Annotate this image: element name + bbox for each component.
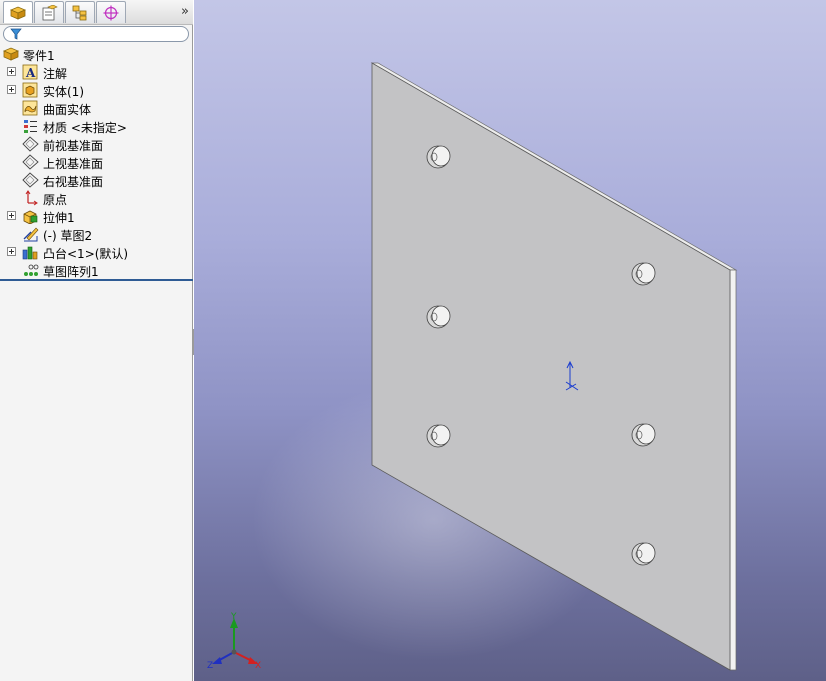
rollback-bar[interactable] <box>0 279 193 281</box>
expand-toggle[interactable] <box>7 247 16 256</box>
boss-library-feature-icon <box>22 244 39 260</box>
model-viewport: Y X Z <box>207 62 738 671</box>
tree-item-surface-bodies[interactable]: 曲面实体 <box>0 99 193 117</box>
tree-item-boss-library-feature[interactable]: 凸台<1>(默认) <box>0 243 193 261</box>
dimxpert-manager-icon <box>103 5 119 20</box>
tree-item-origin[interactable]: 原点 <box>0 189 193 207</box>
tree-item-label: 前视基准面 <box>43 139 104 153</box>
triad-y-label: Y <box>230 612 237 622</box>
plate-face <box>371 62 731 671</box>
tree-item-front-plane[interactable]: 前视基准面 <box>0 135 193 153</box>
expand-toggle[interactable] <box>7 85 16 94</box>
surface-bodies-icon <box>22 100 39 116</box>
material-icon <box>22 118 39 134</box>
sketch-pattern-icon <box>22 262 39 278</box>
svg-text:A: A <box>25 66 36 80</box>
tree-item-solid-bodies[interactable]: 实体(1) <box>0 81 193 99</box>
tree-item-label: 曲面实体 <box>43 103 92 117</box>
tab-featuremanager[interactable] <box>3 1 33 23</box>
feature-manager-panel: » 零件1 A 注解 实体(1) 曲面实体 材质 <未指定> 前视基准面 上视基… <box>0 0 193 681</box>
tab-configurationmanager[interactable] <box>65 1 95 23</box>
expand-toggle[interactable] <box>7 67 16 76</box>
feature-tree: 零件1 A 注解 实体(1) 曲面实体 材质 <未指定> 前视基准面 上视基准面… <box>0 45 193 279</box>
part-icon <box>3 46 20 62</box>
plate-side-edge <box>729 269 737 671</box>
tree-item-label: 零件1 <box>23 49 55 63</box>
tab-dimxpertmanager[interactable] <box>96 1 126 23</box>
expand-toggle[interactable] <box>7 211 16 220</box>
tree-item-material[interactable]: 材质 <未指定> <box>0 117 193 135</box>
configurationmanager-icon <box>72 5 87 20</box>
manager-tabs: » <box>0 0 193 25</box>
tree-item-label: 注解 <box>43 67 68 81</box>
view-triad <box>212 618 258 664</box>
propertymanager-icon <box>42 4 58 20</box>
featuremanager-tree-icon <box>9 6 27 20</box>
triad-x-label: X <box>255 661 261 671</box>
tree-item-top-plane[interactable]: 上视基准面 <box>0 153 193 171</box>
tree-item-label: 草图阵列1 <box>43 265 99 279</box>
tree-item-sketch2[interactable]: (-) 草图2 <box>0 225 193 243</box>
tree-item-right-plane[interactable]: 右视基准面 <box>0 171 193 189</box>
plane-icon <box>22 154 39 170</box>
solid-bodies-icon <box>22 82 39 98</box>
filter-box[interactable] <box>3 26 189 42</box>
sketch-icon <box>22 226 39 242</box>
tree-item-label: 实体(1) <box>43 85 84 99</box>
tree-item-annotations[interactable]: A 注解 <box>0 63 193 81</box>
tree-item-part[interactable]: 零件1 <box>0 45 193 63</box>
tree-item-label: 凸台<1>(默认) <box>43 247 129 261</box>
tree-item-label: 拉伸1 <box>43 211 75 225</box>
tree-item-sketch-pattern1[interactable]: 草图阵列1 <box>0 261 193 279</box>
annotations-icon: A <box>22 64 39 80</box>
tree-item-label: (-) 草图2 <box>43 229 93 243</box>
more-tabs-button[interactable]: » <box>181 4 189 19</box>
graphics-area[interactable]: Y X Z <box>194 0 826 681</box>
plane-icon <box>22 136 39 152</box>
tree-item-label: 原点 <box>43 193 68 207</box>
tree-item-label: 右视基准面 <box>43 175 104 189</box>
filter-input[interactable] <box>26 28 184 40</box>
tree-item-extrude1[interactable]: 拉伸1 <box>0 207 193 225</box>
tree-item-label: 上视基准面 <box>43 157 104 171</box>
tab-propertymanager[interactable] <box>34 1 64 23</box>
filter-icon <box>10 28 22 40</box>
triad-z-label: Z <box>207 661 213 671</box>
extrude-icon <box>22 208 39 224</box>
tree-item-label: 材质 <未指定> <box>43 121 127 135</box>
origin-icon <box>22 190 39 206</box>
plane-icon <box>22 172 39 188</box>
